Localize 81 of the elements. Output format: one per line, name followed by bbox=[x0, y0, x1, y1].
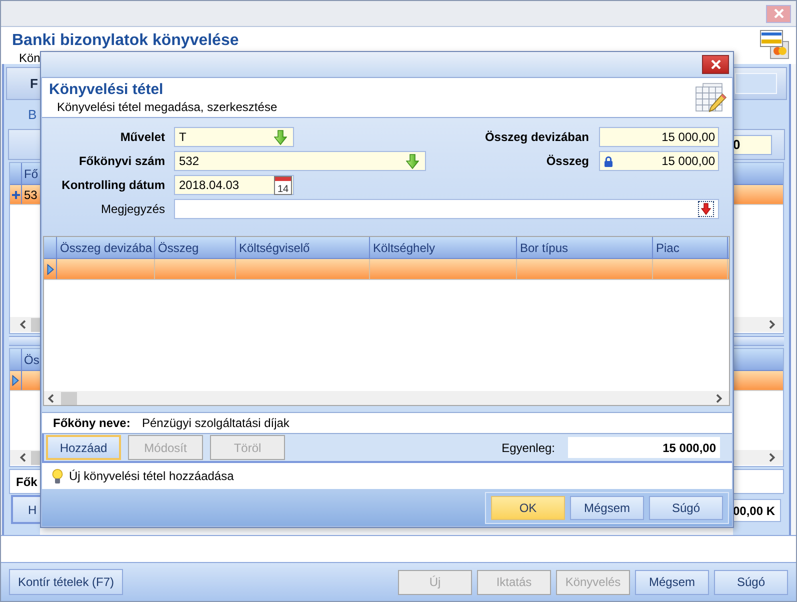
scroll-right-icon[interactable] bbox=[769, 320, 775, 329]
input-field[interactable] bbox=[735, 73, 777, 94]
account-name: Pénzügyi szolgáltatási díjak bbox=[142, 416, 290, 430]
field-label: Kontrolling dátum bbox=[60, 178, 165, 192]
scroll-left-icon[interactable] bbox=[48, 394, 54, 402]
column-header[interactable]: Fő bbox=[22, 166, 38, 180]
panel-title: F bbox=[30, 76, 38, 91]
field-label: Főköny neve: bbox=[53, 416, 132, 430]
field-label: Egyenleg: bbox=[502, 440, 555, 454]
column-header[interactable]: Bor típus bbox=[517, 237, 653, 258]
close-icon bbox=[710, 60, 720, 69]
scroll-left-icon[interactable] bbox=[20, 320, 26, 329]
amount-field[interactable]: 15 000,00 bbox=[599, 151, 719, 171]
scrollbar-thumb[interactable] bbox=[31, 318, 40, 332]
memo-button[interactable] bbox=[698, 201, 714, 217]
column-header[interactable]: Költségviselő bbox=[236, 237, 370, 258]
dialog-title: Könyvelési tétel bbox=[49, 81, 164, 99]
section-label: B bbox=[28, 107, 37, 122]
info-panel bbox=[733, 469, 784, 494]
table-cell-text: 53 bbox=[23, 188, 38, 202]
horizontal-scrollbar[interactable] bbox=[10, 450, 40, 465]
horizontal-scrollbar[interactable] bbox=[733, 317, 783, 332]
dialog-button[interactable]: Mégsem bbox=[570, 496, 644, 520]
footer-button[interactable]: Kontír tételek (F7) bbox=[9, 569, 124, 595]
table-edit-icon bbox=[694, 83, 727, 113]
table-row[interactable] bbox=[733, 185, 783, 205]
table-header bbox=[733, 349, 783, 371]
column-header[interactable]: Összeg bbox=[155, 237, 236, 258]
down-arrow-icon[interactable] bbox=[406, 154, 419, 168]
action-button[interactable]: Hozzáad bbox=[46, 435, 121, 460]
plus-icon[interactable] bbox=[12, 190, 20, 198]
horizontal-scrollbar[interactable] bbox=[733, 450, 783, 465]
scroll-right-icon[interactable] bbox=[716, 394, 722, 402]
footer-button[interactable]: Súgó bbox=[714, 570, 788, 594]
window-subtitle: Kön bbox=[19, 51, 42, 65]
field-label: Főkönyvi szám bbox=[78, 154, 165, 168]
row-indicator-icon bbox=[46, 264, 54, 274]
scroll-right-icon[interactable] bbox=[769, 453, 775, 462]
field-label: Összeg devizában bbox=[484, 130, 589, 144]
dialog-subtitle: Könyvelési tétel megadása, szerkesztése bbox=[57, 100, 278, 114]
footer-button[interactable]: Mégsem bbox=[635, 570, 709, 594]
close-button[interactable] bbox=[702, 55, 729, 74]
balance-field: 15 000,00 bbox=[568, 437, 720, 458]
field-label: Fők bbox=[16, 474, 38, 488]
horizontal-scrollbar[interactable] bbox=[44, 391, 729, 405]
column-header[interactable]: Piac bbox=[653, 237, 728, 258]
text-field[interactable] bbox=[174, 199, 719, 219]
close-icon bbox=[774, 9, 784, 18]
splitter[interactable] bbox=[733, 336, 784, 346]
table-row[interactable] bbox=[10, 371, 40, 391]
horizontal-scrollbar[interactable] bbox=[10, 317, 40, 332]
scrollbar-thumb[interactable] bbox=[31, 450, 40, 464]
field-label: Megjegyzés bbox=[100, 202, 165, 216]
total-field: 00,00 K bbox=[733, 499, 781, 522]
lookup-field[interactable]: 532 bbox=[174, 151, 426, 171]
row-indicator-icon bbox=[12, 375, 19, 386]
column-header[interactable]: Ös bbox=[22, 352, 40, 366]
down-arrow-icon bbox=[701, 203, 711, 215]
cards-icon bbox=[760, 30, 789, 59]
down-arrow-icon[interactable] bbox=[274, 130, 287, 144]
lookup-field[interactable]: T bbox=[174, 127, 294, 147]
scrollbar-thumb[interactable] bbox=[61, 392, 77, 404]
scroll-left-icon[interactable] bbox=[20, 453, 26, 462]
field-label: Összeg bbox=[546, 154, 589, 168]
toolbar-panel bbox=[8, 129, 40, 160]
date-field[interactable]: 2018.04.03 14 bbox=[174, 175, 294, 195]
window-title: Banki bizonylatok könyvelése bbox=[12, 32, 239, 50]
column-header[interactable]: Összeg devizába bbox=[57, 237, 155, 258]
column-header[interactable]: Költséghely bbox=[370, 237, 517, 258]
table-row[interactable]: 53 bbox=[10, 185, 40, 205]
hint-text: Új könyvelési tétel hozzáadása bbox=[69, 469, 234, 483]
table-row[interactable] bbox=[733, 371, 783, 391]
dialog-button[interactable]: OK bbox=[491, 496, 565, 520]
action-button[interactable]: H bbox=[11, 495, 40, 524]
amount-field[interactable]: 15 000,00 bbox=[599, 127, 719, 147]
field-label: Művelet bbox=[119, 130, 165, 144]
lock-icon bbox=[604, 156, 613, 166]
table-header bbox=[733, 163, 783, 185]
calendar-icon[interactable]: 14 bbox=[274, 176, 292, 194]
dialog-button[interactable]: Súgó bbox=[649, 496, 723, 520]
lightbulb-icon bbox=[52, 468, 63, 484]
